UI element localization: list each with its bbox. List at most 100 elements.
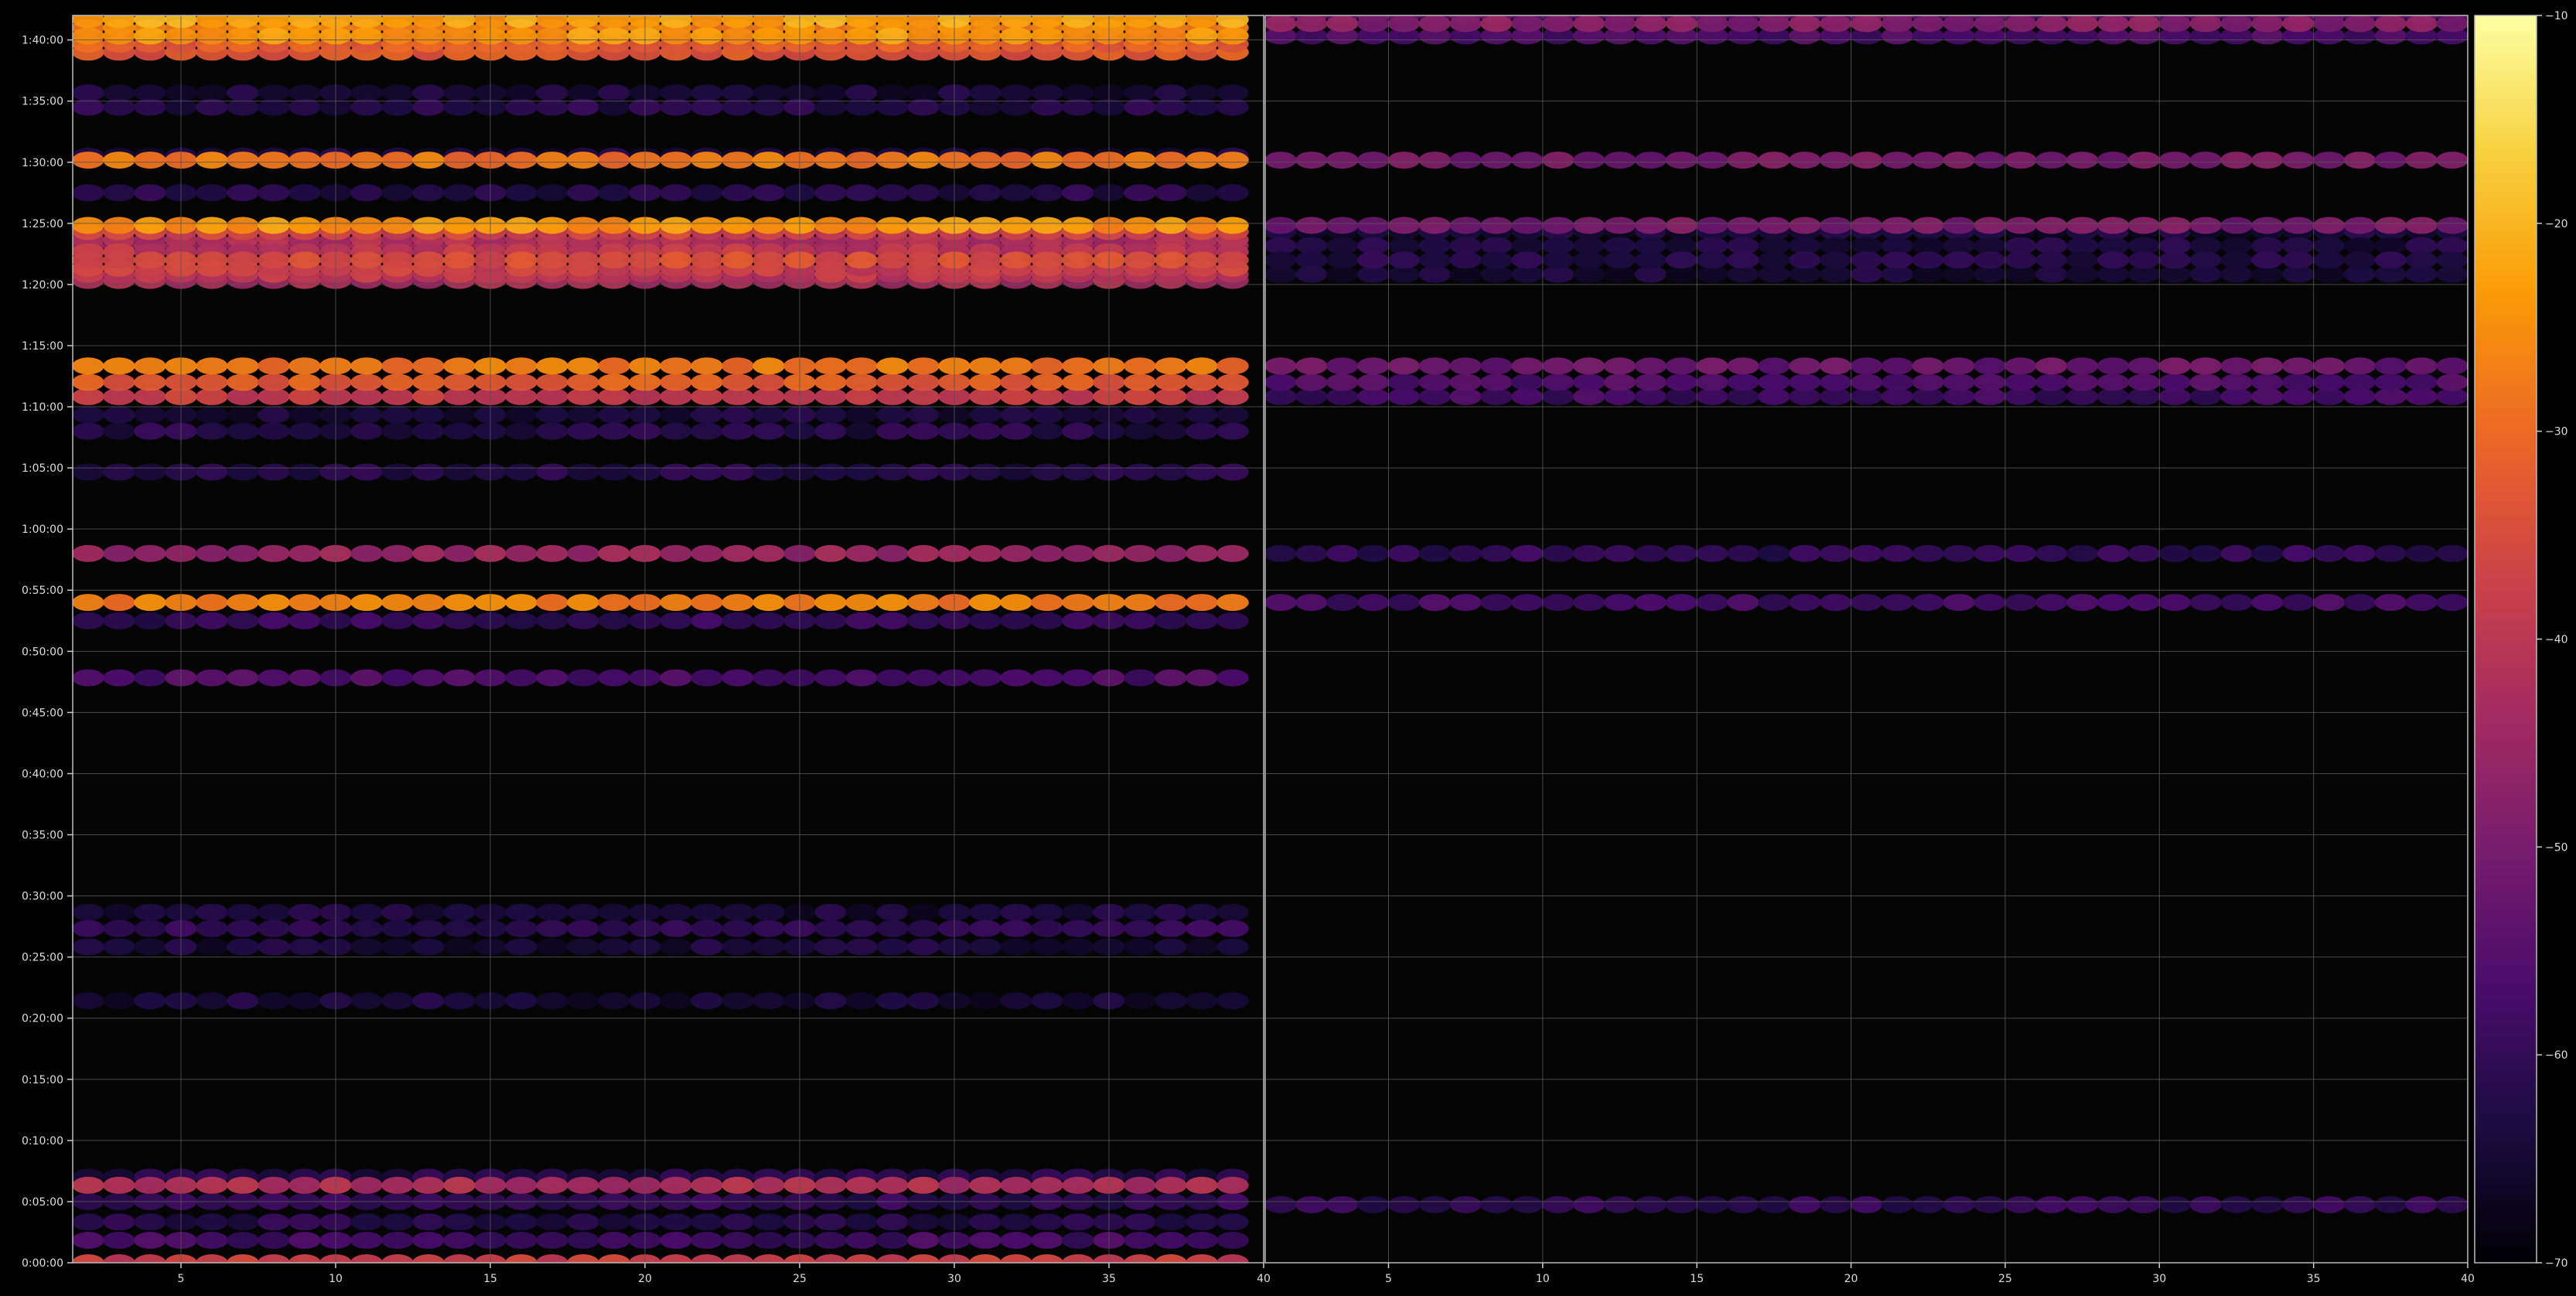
heatmap-cell: [505, 357, 537, 375]
heatmap-cell: [227, 594, 259, 612]
heatmap-cell: [73, 903, 104, 921]
heatmap-cell: [1480, 152, 1513, 169]
heatmap-cell: [2343, 1195, 2376, 1213]
heatmap-cell: [752, 903, 785, 921]
heatmap-cell: [227, 1232, 259, 1249]
heatmap-cell: [845, 251, 878, 269]
heatmap-cell: [1000, 406, 1032, 424]
heatmap-cell: [381, 669, 414, 687]
heatmap-cell: [1634, 15, 1667, 32]
heatmap-cell: [2282, 217, 2315, 234]
heatmap-cell: [1155, 373, 1187, 391]
heatmap-cell: [2158, 1195, 2191, 1213]
heatmap-cell: [691, 938, 723, 956]
heatmap-cell: [598, 422, 630, 440]
heatmap-cell: [876, 406, 909, 424]
heatmap-cell: [1418, 15, 1451, 32]
heatmap-cell: [752, 594, 785, 612]
heatmap-cell: [1265, 1195, 1297, 1213]
heatmap-cell: [1186, 612, 1218, 629]
heatmap-cell: [1573, 594, 1605, 612]
y-tick-label: 0:20:00: [22, 1013, 63, 1025]
heatmap-cell: [1000, 938, 1032, 956]
heatmap-cell: [1186, 373, 1218, 391]
heatmap-cell: [691, 373, 723, 391]
heatmap-cell: [288, 406, 321, 424]
heatmap-cell: [1943, 152, 1975, 169]
heatmap-cell: [2066, 373, 2099, 391]
heatmap-cell: [2220, 373, 2253, 391]
heatmap-cell: [1326, 373, 1359, 391]
heatmap-cell: [2097, 251, 2130, 269]
heatmap-cell: [1881, 1195, 1914, 1213]
heatmap-cell: [1480, 217, 1513, 234]
heatmap-cell: [1542, 152, 1575, 169]
heatmap-cell: [134, 373, 166, 391]
heatmap-cell: [227, 27, 259, 45]
heatmap-cell: [1186, 406, 1218, 424]
heatmap-cell: [2097, 594, 2130, 612]
heatmap-cell: [196, 251, 228, 269]
heatmap-cell: [567, 373, 599, 391]
heatmap-cell: [907, 184, 940, 202]
heatmap-cell: [845, 594, 878, 612]
heatmap-cell: [845, 903, 878, 921]
heatmap-cell: [2343, 594, 2376, 612]
heatmap-cell: [1265, 152, 1297, 169]
heatmap-cell: [1000, 217, 1032, 234]
heatmap-cell: [845, 357, 878, 375]
heatmap-cell: [660, 463, 692, 481]
heatmap-cell: [1062, 184, 1094, 202]
heatmap-cell: [1603, 15, 1636, 32]
heatmap-cell: [722, 184, 754, 202]
heatmap-cell: [288, 184, 321, 202]
heatmap-cell: [2343, 217, 2376, 234]
heatmap-cell: [1186, 669, 1218, 687]
heatmap-cell: [2436, 152, 2468, 169]
heatmap-cell: [505, 938, 537, 956]
heatmap-cell: [598, 217, 630, 234]
heatmap-cell: [1912, 594, 1944, 612]
heatmap-cell: [505, 406, 537, 424]
heatmap-cell: [73, 15, 104, 29]
heatmap-cell: [103, 612, 135, 629]
heatmap-cell: [1727, 217, 1759, 234]
heatmap-cell: [1387, 251, 1421, 269]
heatmap-cell: [969, 27, 1001, 45]
heatmap-cell: [350, 1176, 383, 1194]
heatmap-cell: [598, 903, 630, 921]
heatmap-cell: [1216, 152, 1249, 169]
heatmap-cell: [1186, 919, 1218, 937]
heatmap-cell: [1511, 544, 1544, 562]
y-tick-label: 0:25:00: [22, 952, 63, 964]
heatmap-cell: [1665, 251, 1697, 269]
heatmap-cell: [1062, 594, 1094, 612]
heatmap-cell: [2158, 15, 2191, 32]
heatmap-cell: [1062, 357, 1094, 375]
heatmap-cell: [660, 1213, 692, 1231]
heatmap-cell: [1789, 251, 1821, 269]
heatmap-cell: [1356, 357, 1390, 375]
heatmap-cell: [1000, 992, 1032, 1010]
heatmap-cell: [412, 152, 445, 169]
heatmap-cell: [196, 1232, 228, 1249]
heatmap-cell: [1542, 217, 1575, 234]
heatmap-cell: [2312, 217, 2346, 234]
heatmap-cell: [752, 1232, 785, 1249]
heatmap-cell: [814, 406, 847, 424]
heatmap-cell: [1789, 217, 1821, 234]
heatmap-cell: [1155, 27, 1187, 45]
heatmap-cell: [876, 251, 909, 269]
heatmap-cell: [2127, 1195, 2160, 1213]
heatmap-cell: [1186, 544, 1218, 562]
heatmap-cell: [350, 406, 383, 424]
heatmap-cell: [381, 152, 414, 169]
heatmap-cell: [258, 184, 290, 202]
heatmap-cell: [505, 612, 537, 629]
heatmap-cell: [288, 903, 321, 921]
heatmap-cell: [2189, 15, 2222, 32]
heatmap-cell: [103, 544, 135, 562]
heatmap-cell: [73, 27, 104, 45]
heatmap-cell: [567, 938, 599, 956]
heatmap-cell: [814, 594, 847, 612]
